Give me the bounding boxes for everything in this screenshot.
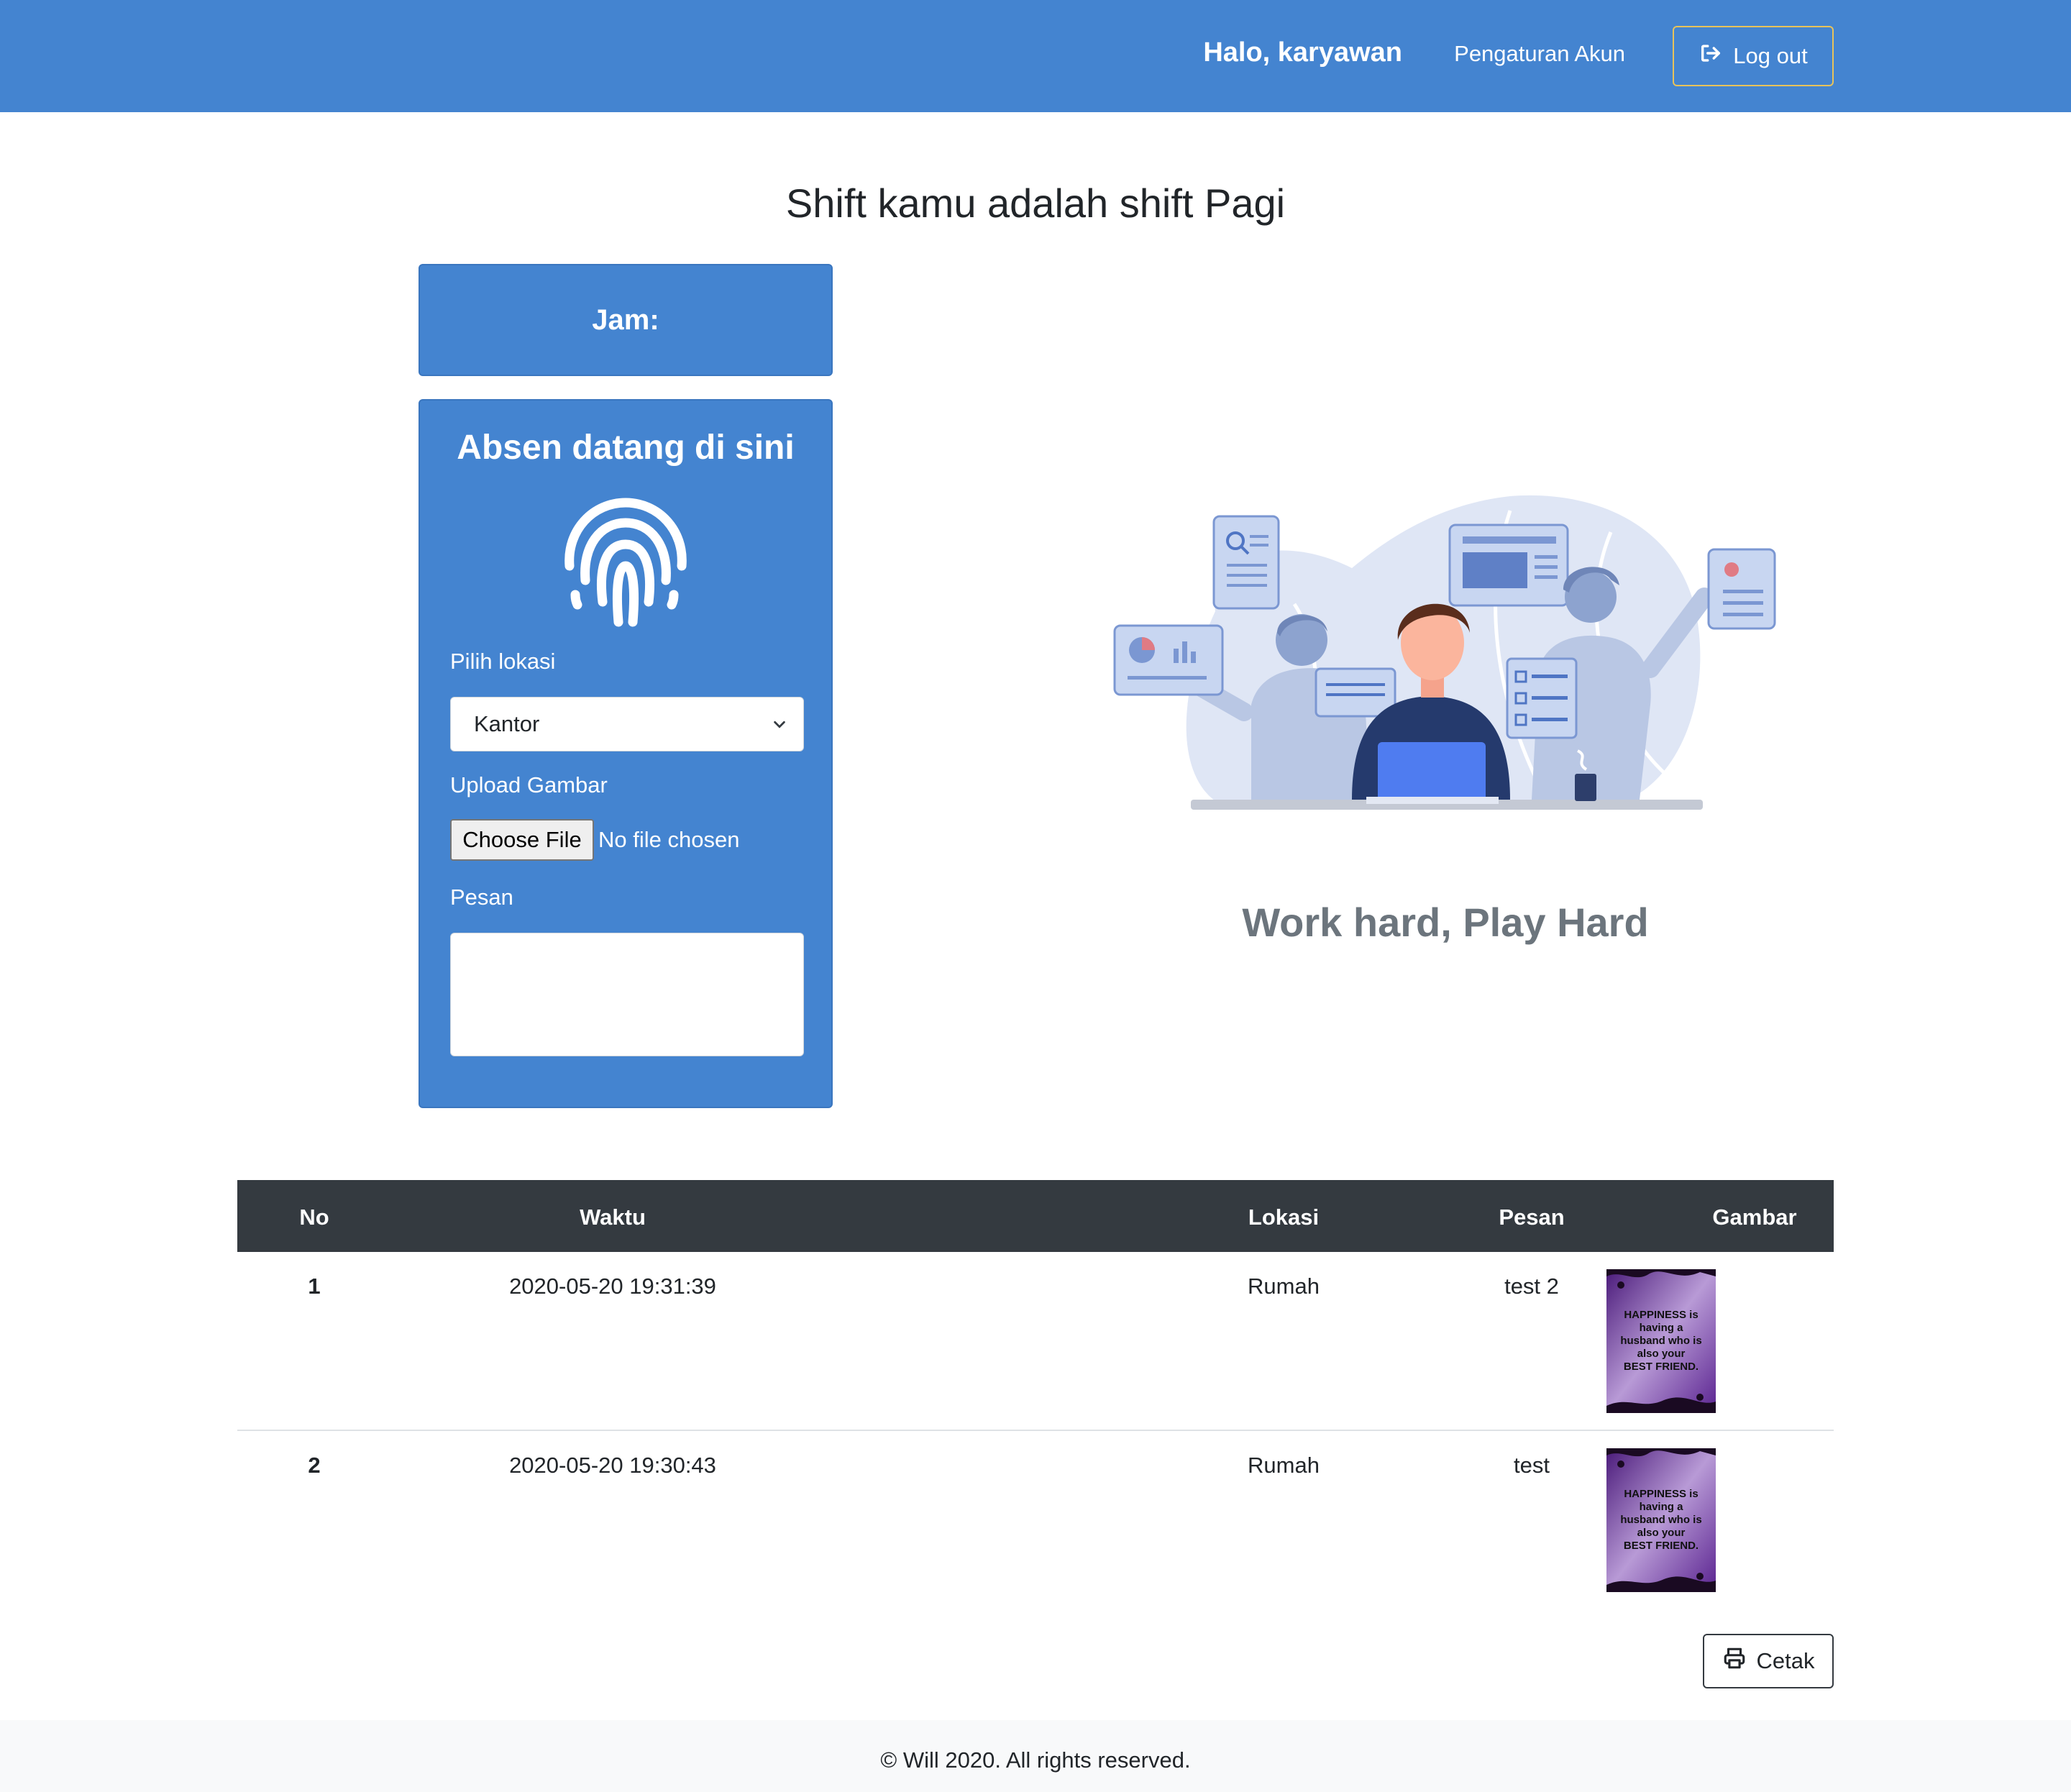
sign-out-icon [1699, 41, 1723, 71]
cell-no: 2 [308, 1453, 321, 1478]
choose-file-button[interactable]: Choose File [450, 819, 594, 861]
location-label: Pilih lokasi [450, 649, 556, 674]
cell-lokasi: Rumah [1248, 1274, 1320, 1299]
location-select[interactable]: Kantor [450, 697, 804, 751]
clock-card: Jam: [419, 264, 833, 376]
logout-button[interactable]: Log out [1673, 26, 1834, 86]
photo-text-line: also your [1637, 1348, 1686, 1360]
column-header-lokasi: Lokasi [1248, 1204, 1320, 1230]
photo-text-line: HAPPINESS is [1624, 1488, 1698, 1500]
photo-text-line: husband who is [1620, 1514, 1701, 1526]
photo-text-line: BEST FRIEND. [1624, 1361, 1699, 1373]
attendance-form-card: Absen datang di sini Pilih lokasi Kantor… [419, 399, 833, 1108]
clock-label: Jam: [592, 303, 659, 336]
top-navbar: Halo, karyawan Pengaturan Akun Log out [0, 0, 2071, 112]
column-header-pesan: Pesan [1499, 1204, 1565, 1230]
print-label: Cetak [1756, 1648, 1815, 1673]
cell-waktu: 2020-05-20 19:30:43 [509, 1453, 716, 1478]
photo-text-line: HAPPINESS is [1624, 1309, 1698, 1321]
attendance-title: Absen datang di sini [457, 429, 795, 467]
photo-text-line: BEST FRIEND. [1624, 1540, 1699, 1552]
table-header: No Waktu Lokasi Pesan Gambar [237, 1180, 1834, 1252]
message-textarea[interactable] [450, 933, 804, 1056]
account-settings-link[interactable]: Pengaturan Akun [1454, 41, 1625, 67]
message-label: Pesan [450, 884, 513, 910]
page-title: Shift kamu adalah shift Pagi [785, 180, 1286, 226]
column-header-no: No [299, 1204, 329, 1230]
photo-text-line: also your [1637, 1527, 1686, 1539]
photo-text-line: having a [1640, 1501, 1684, 1513]
column-header-waktu: Waktu [580, 1204, 646, 1230]
footer: © Will 2020. All rights reserved. [0, 1720, 2071, 1792]
fingerprint-icon[interactable] [554, 487, 698, 631]
cell-lokasi: Rumah [1248, 1453, 1320, 1478]
print-button[interactable]: Cetak [1703, 1634, 1834, 1688]
user-greeting: Halo, karyawan [1203, 37, 1402, 68]
attendance-photo[interactable]: HAPPINESS is having a husband who is als… [1606, 1269, 1716, 1413]
tagline: Work hard, Play Hard [1242, 900, 1649, 945]
column-header-gambar: Gambar [1712, 1204, 1797, 1230]
photo-text-line: husband who is [1620, 1335, 1701, 1347]
copyright-text: © Will 2020. All rights reserved. [880, 1747, 1191, 1773]
chevron-down-icon [774, 721, 785, 728]
logout-label: Log out [1733, 43, 1808, 68]
printer-icon [1722, 1646, 1747, 1676]
photo-text-line: having a [1640, 1322, 1684, 1334]
file-status-text: No file chosen [598, 827, 740, 852]
cell-waktu: 2020-05-20 19:31:39 [509, 1274, 716, 1299]
table-row: 1 2020-05-20 19:31:39 Rumah test 2 HAPPI… [237, 1252, 1834, 1431]
work-illustration [1107, 489, 1783, 820]
cell-no: 1 [308, 1274, 321, 1299]
upload-label: Upload Gambar [450, 772, 608, 797]
table-row: 2 2020-05-20 19:30:43 Rumah test HAPPINE… [237, 1431, 1834, 1610]
location-selected-value: Kantor [474, 711, 540, 736]
attendance-table: No Waktu Lokasi Pesan Gambar 1 2020-05-2… [237, 1180, 1834, 1610]
attendance-photo[interactable]: HAPPINESS is having a husband who is als… [1606, 1448, 1716, 1592]
